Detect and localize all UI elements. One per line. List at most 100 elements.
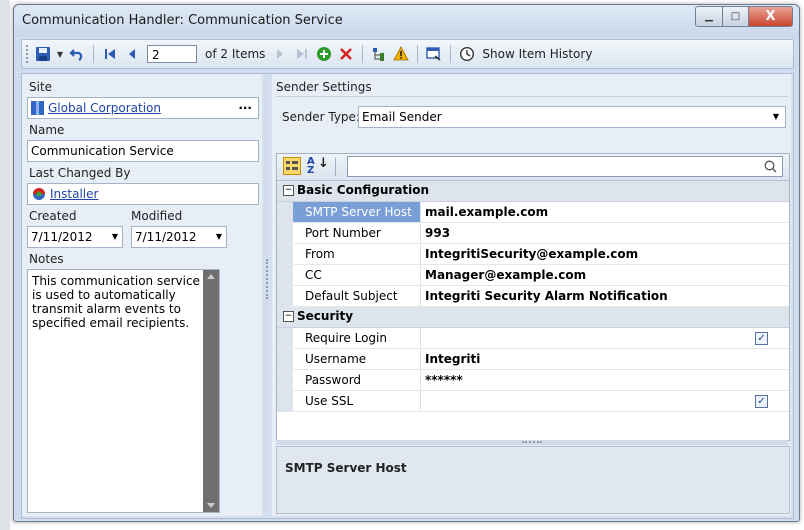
property-row-password[interactable]: Password ****** bbox=[277, 370, 789, 391]
last-changed-field[interactable]: Installer bbox=[27, 183, 259, 205]
sender-settings-panel: Sender Settings Sender Type: Email Sende… bbox=[272, 74, 791, 516]
sender-type-label: Sender Type: bbox=[282, 110, 360, 124]
record-count-label: of 2 Items bbox=[205, 47, 266, 61]
minimize-button[interactable]: ▁ bbox=[695, 6, 723, 27]
first-record-icon[interactable] bbox=[100, 44, 120, 64]
maximize-button[interactable]: □ bbox=[723, 6, 749, 27]
hierarchy-icon[interactable] bbox=[369, 44, 389, 64]
modified-date-value: 7/11/2012 bbox=[135, 230, 197, 244]
window-link-icon[interactable] bbox=[424, 44, 444, 64]
site-label: Site bbox=[29, 80, 53, 94]
description-splitter[interactable] bbox=[276, 440, 788, 445]
notes-scrollbar[interactable] bbox=[203, 270, 219, 512]
property-search-input[interactable] bbox=[347, 156, 783, 177]
show-item-history-button[interactable]: Show Item History bbox=[482, 47, 592, 61]
installer-link[interactable]: Installer bbox=[50, 187, 98, 201]
use-ssl-checkbox[interactable]: ✓ bbox=[755, 395, 768, 408]
installer-icon bbox=[33, 188, 45, 200]
property-value[interactable]: Integriti Security Alarm Notification bbox=[425, 286, 785, 306]
site-browse-button[interactable]: ··· bbox=[238, 98, 252, 118]
property-value[interactable]: Integriti bbox=[425, 349, 785, 369]
property-row-port-number[interactable]: Port Number 993 bbox=[277, 223, 789, 244]
property-row-use-ssl[interactable]: Use SSL ✓ bbox=[277, 391, 789, 412]
row-gutter bbox=[277, 349, 293, 369]
add-record-icon[interactable] bbox=[314, 44, 334, 64]
collapse-icon[interactable]: − bbox=[283, 185, 294, 196]
name-field[interactable]: Communication Service bbox=[27, 140, 259, 162]
undo-icon[interactable] bbox=[67, 44, 87, 64]
previous-record-icon[interactable] bbox=[122, 44, 142, 64]
property-value[interactable]: 993 bbox=[425, 223, 785, 243]
save-icon[interactable] bbox=[33, 44, 53, 64]
property-name: Username bbox=[293, 349, 421, 369]
modified-date-picker[interactable]: 7/11/2012 ▼ bbox=[131, 226, 227, 248]
toolbar-separator bbox=[93, 45, 94, 63]
property-row-from[interactable]: From IntegritiSecurity@example.com bbox=[277, 244, 789, 265]
property-value[interactable]: ✓ bbox=[425, 328, 785, 348]
property-value[interactable]: ****** bbox=[425, 370, 785, 390]
history-icon[interactable] bbox=[457, 44, 477, 64]
record-number-input[interactable]: 2 bbox=[147, 45, 197, 63]
property-name: Port Number bbox=[293, 223, 421, 243]
property-row-default-subject[interactable]: Default Subject Integriti Security Alarm… bbox=[277, 286, 789, 307]
warning-icon[interactable] bbox=[391, 44, 411, 64]
notes-textarea[interactable]: This communication service is used to au… bbox=[27, 269, 220, 513]
row-gutter bbox=[277, 370, 293, 390]
site-link[interactable]: Global Corporation bbox=[48, 101, 161, 115]
property-value[interactable]: IntegritiSecurity@example.com bbox=[425, 244, 785, 264]
chevron-down-icon[interactable]: ▼ bbox=[216, 227, 222, 247]
category-label: Security bbox=[297, 309, 354, 323]
sender-type-select[interactable]: Email Sender ▼ bbox=[358, 106, 786, 128]
notes-label: Notes bbox=[29, 252, 64, 266]
row-gutter bbox=[277, 265, 293, 285]
close-button[interactable]: X bbox=[749, 6, 793, 27]
category-security[interactable]: − Security bbox=[277, 307, 789, 328]
record-toolbar: ▼ 2 of 2 Items Show Item History bbox=[21, 39, 794, 69]
property-value[interactable]: ✓ bbox=[425, 391, 785, 411]
last-changed-label: Last Changed By bbox=[29, 166, 131, 180]
property-row-username[interactable]: Username Integriti bbox=[277, 349, 789, 370]
collapse-icon[interactable]: − bbox=[283, 311, 294, 322]
property-row-smtp-server-host[interactable]: SMTP Server Host mail.example.com bbox=[277, 202, 789, 223]
save-dropdown-icon[interactable]: ▼ bbox=[55, 44, 65, 64]
categorized-view-icon[interactable] bbox=[283, 157, 301, 175]
modified-label: Modified bbox=[131, 209, 183, 223]
property-description-title: SMTP Server Host bbox=[285, 461, 407, 475]
row-gutter bbox=[277, 202, 293, 222]
toolbar-grip[interactable] bbox=[26, 45, 32, 63]
delete-record-icon[interactable] bbox=[336, 44, 356, 64]
category-basic-configuration[interactable]: − Basic Configuration bbox=[277, 181, 789, 202]
property-name: Default Subject bbox=[293, 286, 421, 306]
property-name: Password bbox=[293, 370, 421, 390]
grid-toolbar-separator bbox=[335, 158, 336, 176]
row-gutter bbox=[277, 223, 293, 243]
notes-text: This communication service is used to au… bbox=[32, 274, 200, 330]
general-panel: Site Global Corporation ··· Name Communi… bbox=[22, 74, 262, 516]
property-name: SMTP Server Host bbox=[293, 202, 421, 222]
created-date-picker[interactable]: 7/11/2012 ▼ bbox=[27, 226, 123, 248]
toolbar-separator bbox=[417, 45, 419, 63]
row-gutter bbox=[277, 391, 293, 411]
panel-splitter[interactable] bbox=[264, 74, 270, 516]
alphabetical-sort-icon[interactable]: A Z ↓ bbox=[307, 157, 329, 176]
chevron-down-icon[interactable]: ▼ bbox=[112, 227, 118, 247]
property-name: From bbox=[293, 244, 421, 264]
chevron-down-icon[interactable]: ▼ bbox=[773, 107, 779, 127]
property-row-cc[interactable]: CC Manager@example.com bbox=[277, 265, 789, 286]
property-name: Use SSL bbox=[293, 391, 421, 411]
category-label: Basic Configuration bbox=[297, 183, 430, 197]
window-controls: ▁ □ X bbox=[695, 6, 793, 27]
scroll-down-icon[interactable] bbox=[207, 503, 215, 508]
property-value[interactable]: Manager@example.com bbox=[425, 265, 785, 285]
scroll-up-icon[interactable] bbox=[207, 274, 215, 279]
property-value[interactable]: mail.example.com bbox=[425, 202, 785, 222]
title-bar[interactable]: Communication Handler: Communication Ser… bbox=[14, 5, 799, 37]
communication-handler-window: Communication Handler: Communication Ser… bbox=[13, 4, 800, 522]
search-icon[interactable] bbox=[764, 160, 777, 173]
property-row-require-login[interactable]: Require Login ✓ bbox=[277, 328, 789, 349]
last-record-icon[interactable] bbox=[292, 44, 312, 64]
sender-type-value: Email Sender bbox=[362, 110, 442, 124]
require-login-checkbox[interactable]: ✓ bbox=[755, 332, 768, 345]
site-field[interactable]: Global Corporation ··· bbox=[27, 97, 259, 119]
next-record-icon[interactable] bbox=[270, 44, 290, 64]
